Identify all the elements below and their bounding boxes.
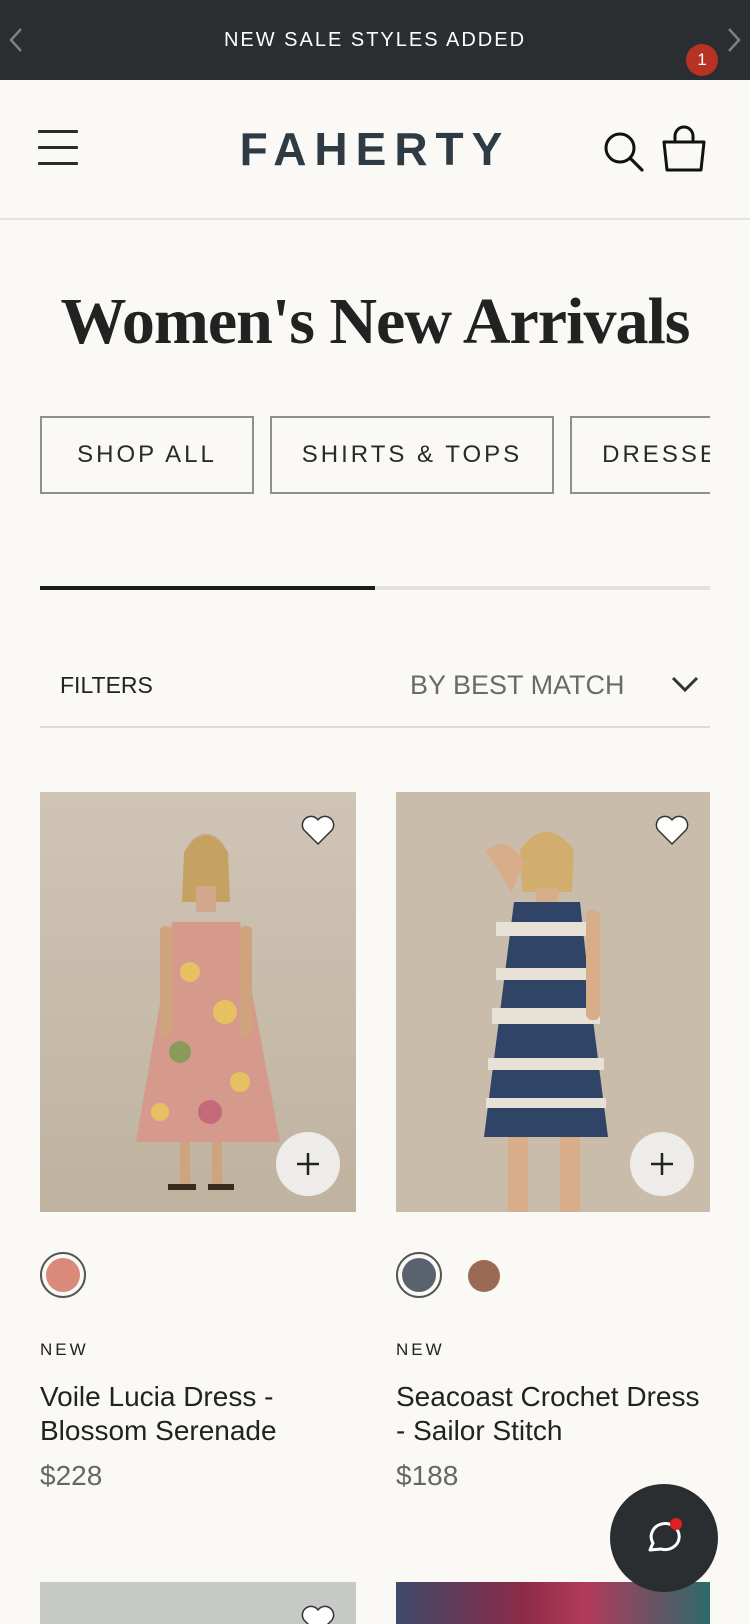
carousel-progress-bar (40, 586, 710, 590)
chevron-down-icon (670, 672, 700, 696)
cart-count-badge: 1 (686, 44, 718, 76)
page-title: Women's New Arrivals (60, 285, 691, 358)
site-header: FAHERTY (0, 80, 750, 220)
color-swatch-selected[interactable] (396, 1252, 442, 1298)
filter-bar: FILTERS BY BEST MATCH (40, 640, 710, 728)
quick-add-button[interactable] (630, 1132, 694, 1196)
product-card[interactable]: NEW Seacoast Crochet Dress - Sailor Stit… (396, 792, 710, 1491)
quick-add-button[interactable] (276, 1132, 340, 1196)
color-swatch-list (396, 1252, 596, 1300)
product-price: $228 (40, 1460, 103, 1491)
plus-icon (651, 1153, 673, 1175)
category-pill-dresses[interactable]: DRESSES (570, 416, 710, 494)
shopping-bag-icon[interactable] (660, 124, 708, 174)
wishlist-heart-icon[interactable] (300, 1604, 336, 1624)
chat-bubble-icon (648, 1518, 682, 1552)
product-image-lucia-dress[interactable] (40, 792, 356, 1212)
filters-button[interactable]: FILTERS (60, 672, 153, 699)
carousel-progress-fill (40, 586, 375, 590)
product-price: $188 (396, 1460, 459, 1491)
sort-dropdown[interactable]: BY BEST MATCH (370, 668, 710, 702)
product-name[interactable]: Voile Lucia Dress - Blossom Serenade (40, 1380, 360, 1448)
product-image[interactable] (40, 1582, 356, 1624)
wishlist-heart-icon[interactable] (654, 814, 690, 846)
product-card[interactable] (40, 1582, 356, 1624)
new-badge: NEW (396, 1340, 445, 1359)
category-pill-shop-all[interactable]: SHOP ALL (40, 416, 254, 494)
color-swatch[interactable] (468, 1260, 500, 1292)
search-icon[interactable] (602, 130, 646, 174)
chevron-left-icon[interactable] (2, 26, 30, 54)
chevron-right-icon[interactable] (720, 26, 748, 54)
new-badge: NEW (40, 1340, 89, 1359)
plus-icon (297, 1153, 319, 1175)
product-card[interactable]: NEW Voile Lucia Dress - Blossom Serenade… (40, 792, 356, 1491)
color-swatch-selected[interactable] (40, 1252, 86, 1298)
product-image-seacoast-dress[interactable] (396, 792, 710, 1212)
color-swatch-list (40, 1252, 240, 1300)
promo-message[interactable]: NEW SALE STYLES ADDED (224, 29, 526, 52)
promo-bar: NEW SALE STYLES ADDED (0, 0, 750, 80)
category-pill-shirts-tops[interactable]: SHIRTS & TOPS (270, 416, 554, 494)
chat-button[interactable] (610, 1484, 718, 1592)
sort-dropdown-value: BY BEST MATCH (410, 670, 625, 700)
category-pill-list: SHOP ALL SHIRTS & TOPS DRESSES (40, 416, 710, 494)
wishlist-heart-icon[interactable] (300, 814, 336, 846)
product-name[interactable]: Seacoast Crochet Dress - Sailor Stitch (396, 1380, 716, 1448)
